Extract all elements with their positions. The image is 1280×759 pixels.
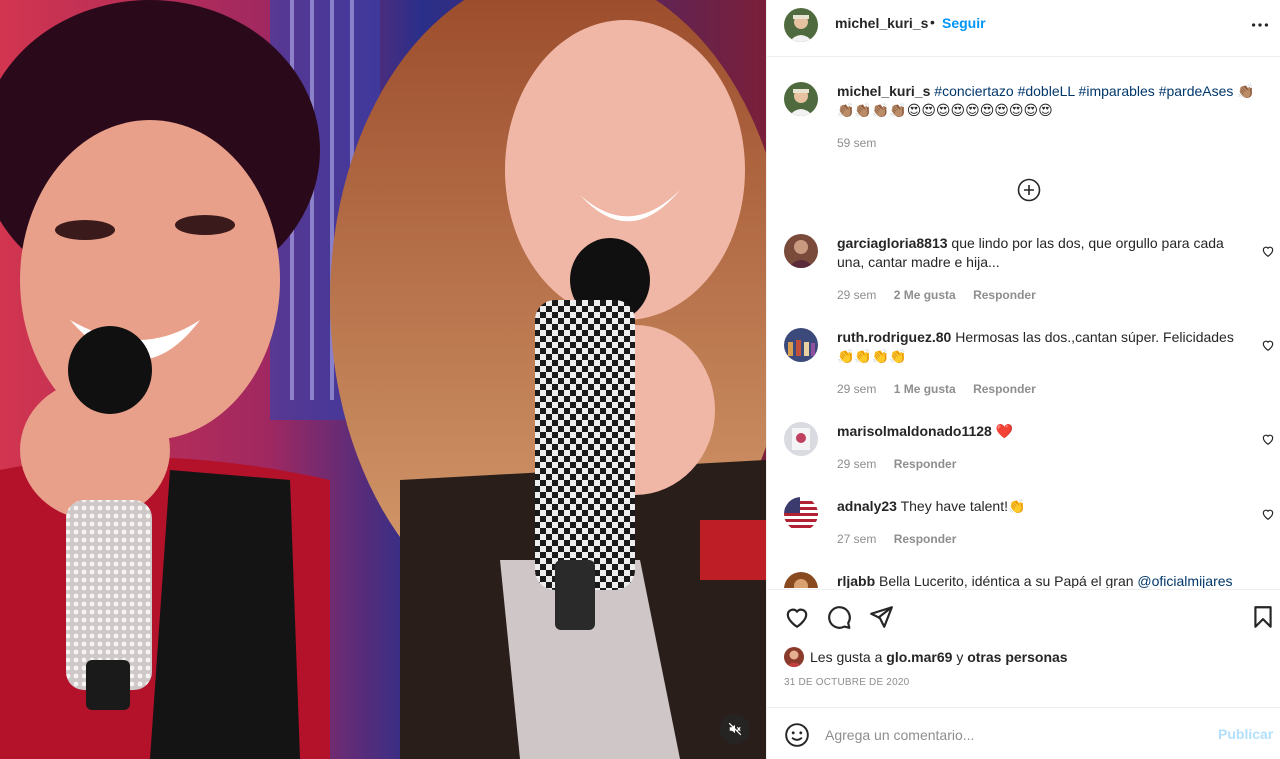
comment-timestamp[interactable]: 29 sem <box>837 382 876 396</box>
comment-meta: 29 sem 2 Me gusta Responder <box>837 288 1050 302</box>
follow-button[interactable]: Seguir <box>942 15 986 31</box>
emoji-picker-icon[interactable] <box>784 722 810 748</box>
liker-username-link[interactable]: glo.mar69 <box>886 649 952 665</box>
commenter-avatar[interactable] <box>784 234 818 268</box>
hashtag-link[interactable]: #imparables <box>1079 83 1155 99</box>
comment-body: They have talent!👏 <box>900 498 1026 514</box>
author-username-link[interactable]: michel_kuri_s <box>835 15 928 31</box>
comment-text: garciagloria8813 que lindo por las dos, … <box>837 234 1247 272</box>
mute-toggle-button[interactable] <box>720 714 750 744</box>
comment-timestamp[interactable]: 29 sem <box>837 457 876 471</box>
video-frame-image <box>0 0 766 759</box>
post-header: michel_kuri_s • Seguir <box>767 0 1280 57</box>
caption-text: michel_kuri_s #conciertazo #dobleLL #imp… <box>837 82 1269 120</box>
comment-meta: 29 sem 1 Me gusta Responder <box>837 382 1050 396</box>
liker-avatar[interactable] <box>784 647 804 667</box>
separator-dot: • <box>930 14 935 30</box>
load-more-comments-icon[interactable] <box>1017 178 1041 202</box>
comment-composer: Publicar <box>767 707 1280 759</box>
comment-meta: 27 sem Responder <box>837 532 970 546</box>
speaker-muted-icon <box>728 722 742 736</box>
likes-connector: y <box>956 649 964 665</box>
commenter-avatar[interactable] <box>784 497 818 531</box>
likes-others-link[interactable]: otras personas <box>967 649 1067 665</box>
comment-text: rljabb Bella Lucerito, idéntica a su Pap… <box>837 572 1247 588</box>
author-avatar[interactable] <box>784 8 818 42</box>
mention-link[interactable]: @oficialmijares <box>1137 573 1232 588</box>
comment-meta: 29 sem Responder <box>837 457 970 471</box>
commenter-avatar[interactable] <box>784 572 818 588</box>
comments-list[interactable]: michel_kuri_s #conciertazo #dobleLL #imp… <box>767 58 1280 588</box>
comment-body: Bella Lucerito, idéntica a su Papá el gr… <box>879 573 1134 588</box>
hashtag-link[interactable]: #conciertazo <box>934 83 1013 99</box>
caption-author-avatar[interactable] <box>784 82 818 116</box>
comment-input[interactable] <box>825 720 1205 750</box>
comment-likes-count[interactable]: 1 Me gusta <box>894 382 956 396</box>
comment-text: marisolmaldonado1128 ❤️ <box>837 422 1247 441</box>
commenter-username-link[interactable]: garciagloria8813 <box>837 235 948 251</box>
like-comment-heart-icon[interactable] <box>1261 244 1275 258</box>
comment-likes-count[interactable]: 2 Me gusta <box>894 288 956 302</box>
hashtag-link[interactable]: #dobleLL <box>1018 83 1075 99</box>
post-sidebar: michel_kuri_s • Seguir michel_kuri_s #co… <box>766 0 1280 759</box>
save-bookmark-icon[interactable] <box>1250 604 1276 630</box>
commenter-avatar[interactable] <box>784 328 818 362</box>
comment-text: ruth.rodriguez.80 Hermosas las dos.,cant… <box>837 328 1247 366</box>
caption-timestamp[interactable]: 59 sem <box>837 136 876 150</box>
commenter-username-link[interactable]: marisolmaldonado1128 <box>837 423 992 439</box>
like-comment-heart-icon[interactable] <box>1261 507 1275 521</box>
post-media-video[interactable] <box>0 0 766 759</box>
more-horizontal-icon[interactable] <box>1249 14 1271 36</box>
commenter-avatar[interactable] <box>784 422 818 456</box>
publish-button[interactable]: Publicar <box>1218 726 1273 742</box>
like-comment-heart-icon[interactable] <box>1261 338 1275 352</box>
post-date[interactable]: 31 DE OCTUBRE DE 2020 <box>784 677 909 688</box>
commenter-username-link[interactable]: adnaly23 <box>837 498 897 514</box>
like-heart-icon[interactable] <box>784 604 810 630</box>
post-actions: Les gusta a glo.mar69 y otras personas 3… <box>767 589 1280 707</box>
reply-button[interactable]: Responder <box>894 532 957 546</box>
caption-username-link[interactable]: michel_kuri_s <box>837 83 930 99</box>
comment-body: ❤️ <box>995 423 1014 439</box>
share-paper-plane-icon[interactable] <box>868 604 894 630</box>
comment-timestamp[interactable]: 29 sem <box>837 288 876 302</box>
commenter-username-link[interactable]: ruth.rodriguez.80 <box>837 329 951 345</box>
reply-button[interactable]: Responder <box>894 457 957 471</box>
comment-bubble-icon[interactable] <box>826 604 852 630</box>
like-comment-heart-icon[interactable] <box>1261 432 1275 446</box>
comment-timestamp[interactable]: 27 sem <box>837 532 876 546</box>
reply-button[interactable]: Responder <box>973 382 1036 396</box>
commenter-username-link[interactable]: rljabb <box>837 573 875 588</box>
reply-button[interactable]: Responder <box>973 288 1036 302</box>
hashtag-link[interactable]: #pardeAses <box>1159 83 1234 99</box>
likes-summary: Les gusta a glo.mar69 y otras personas <box>784 646 1068 668</box>
likes-prefix: Les gusta a <box>810 649 883 665</box>
comment-text: adnaly23 They have talent!👏 <box>837 497 1247 516</box>
